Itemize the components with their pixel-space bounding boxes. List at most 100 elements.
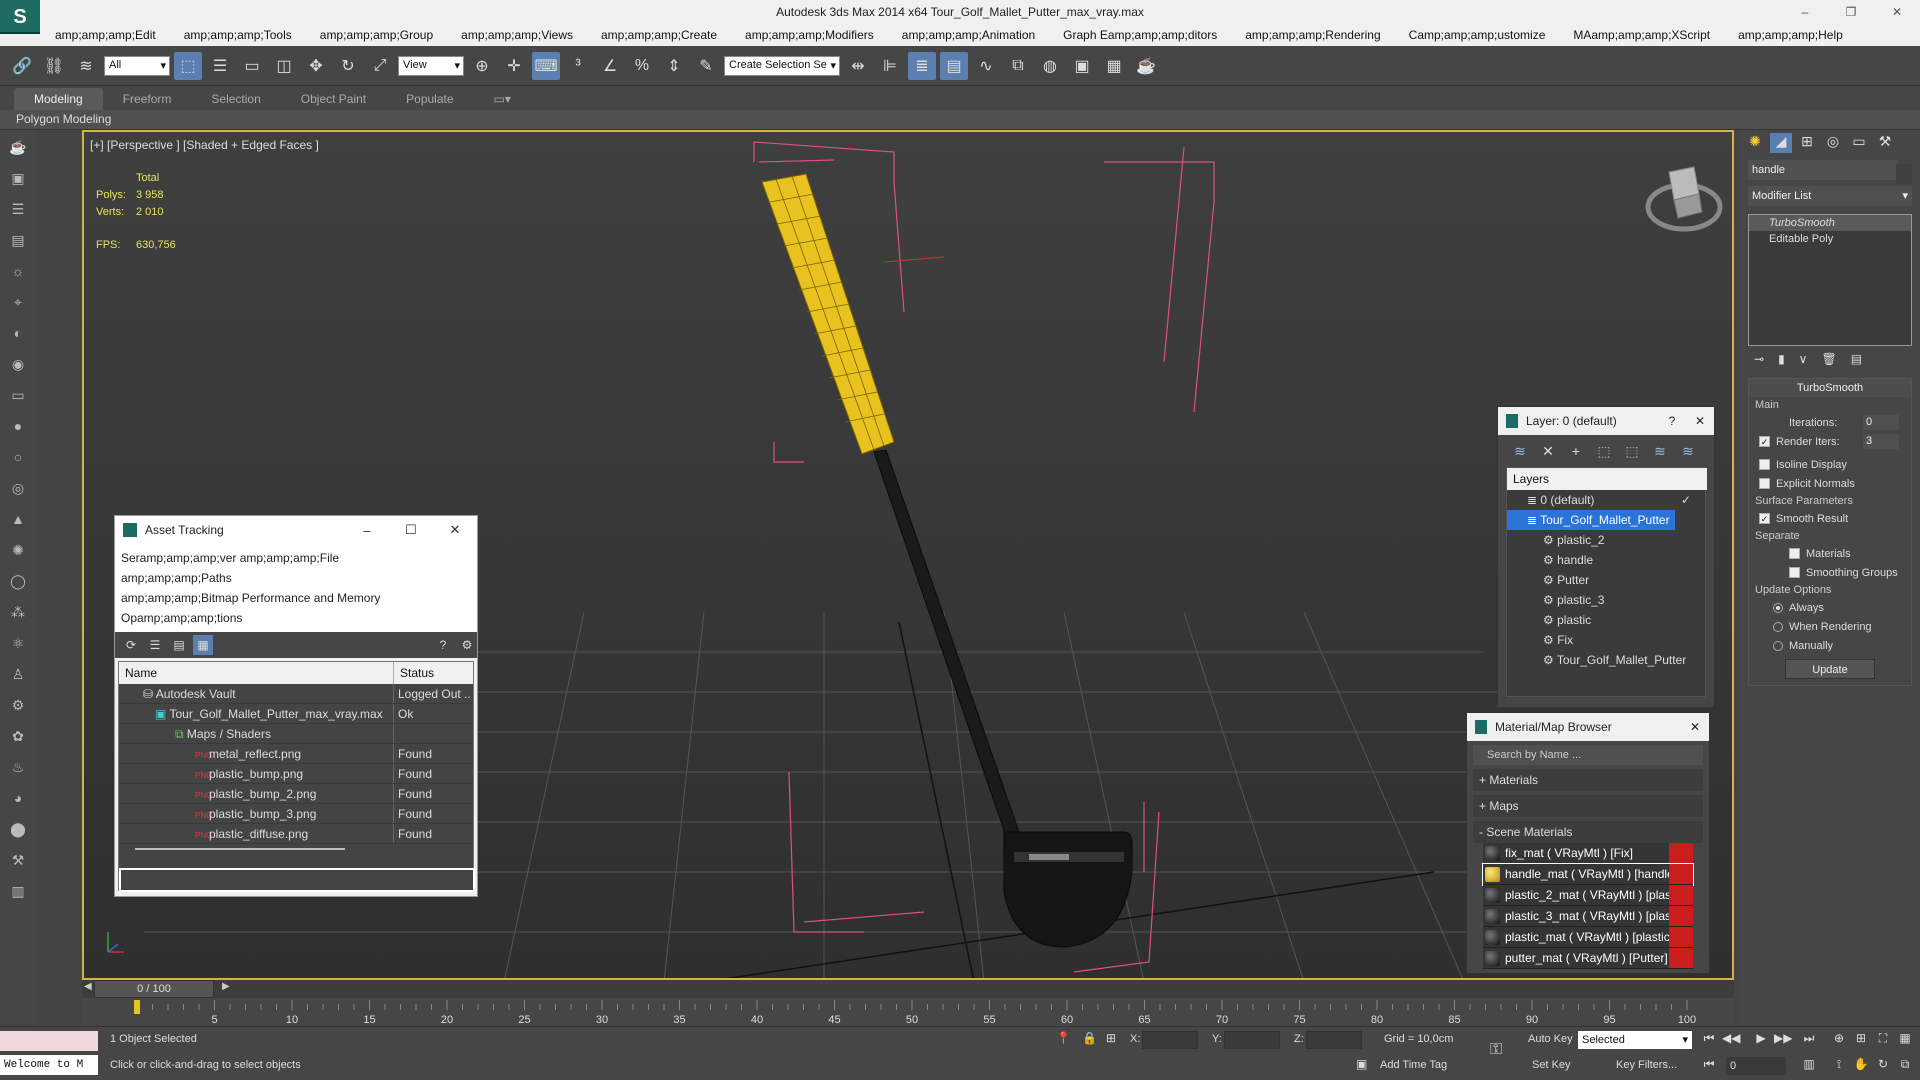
menu-edit[interactable]: amp;amp;amp;Edit xyxy=(55,28,156,42)
list-item[interactable]: ≣ Tour_Golf_Mallet_Putter xyxy=(1507,510,1675,530)
close-button[interactable]: ✕ xyxy=(1874,0,1920,24)
rect-selection-icon[interactable]: ▭ xyxy=(238,52,266,80)
key-filters-button[interactable]: Key Filters... xyxy=(1616,1059,1677,1071)
time-slider[interactable]: ◀ 0 / 100 ▶ xyxy=(82,980,1734,998)
list-item[interactable]: ⚙ handle xyxy=(1507,550,1705,570)
list-item[interactable]: ≣ 0 (default) ✓ xyxy=(1507,490,1705,510)
bind-space-warp-icon[interactable]: ≋ xyxy=(72,52,100,80)
list-item[interactable]: plastic_mat ( VRayMtl ) [plastic] xyxy=(1483,927,1693,948)
snaps-toggle-icon[interactable]: ³ xyxy=(564,52,592,80)
table-view-icon[interactable]: ▦ xyxy=(193,635,213,655)
gear-icon[interactable]: ⚙ xyxy=(4,691,32,719)
list-item[interactable]: plastic_2_mat ( VRayMtl ) [plastic... xyxy=(1483,885,1693,906)
time-tag-icon[interactable]: ▣ xyxy=(1356,1057,1367,1071)
stack-item-editable-poly[interactable]: Editable Poly xyxy=(1749,231,1911,247)
utilities-tab-icon[interactable]: ⚒ xyxy=(1874,133,1896,153)
y-coordinate-field[interactable] xyxy=(1224,1031,1280,1049)
cylinder-icon[interactable]: ○ xyxy=(4,443,32,471)
orbit-icon[interactable]: ↻ xyxy=(1874,1057,1892,1075)
scene-explorer-icon[interactable]: ☰ xyxy=(4,195,32,223)
time-next-icon[interactable]: ▶ xyxy=(222,981,230,992)
schematic-view-icon[interactable]: ⧉ xyxy=(1004,52,1032,80)
select-manipulate-icon[interactable]: ✛ xyxy=(500,52,528,80)
make-unique-icon[interactable]: ∨ xyxy=(1799,352,1808,366)
render-setup-icon[interactable]: ▣ xyxy=(1068,52,1096,80)
track-bar[interactable]: 5 10 15 20 25 30 35 40 45 50 55 60 65 70 75 80 85 90 95 100 xyxy=(82,998,1734,1026)
add-to-layer-icon[interactable]: + xyxy=(1566,443,1586,459)
current-layer-check-icon[interactable]: ✓ xyxy=(1681,490,1691,510)
thumbnail-view-icon[interactable]: ▤ xyxy=(169,635,189,655)
object-color-swatch[interactable] xyxy=(1896,164,1912,184)
refresh-icon[interactable]: ⟳ xyxy=(121,635,141,655)
menu-help[interactable]: amp;amp;amp;Help xyxy=(1738,28,1843,42)
list-item[interactable]: handle_mat ( VRayMtl ) [handle] xyxy=(1482,863,1694,886)
key-icon[interactable]: ⚿ xyxy=(1490,1041,1502,1059)
zoom-icon[interactable]: ⊕ xyxy=(1830,1031,1848,1049)
particles-icon[interactable]: ⁂ xyxy=(4,598,32,626)
time-slider-thumb[interactable]: 0 / 100 xyxy=(94,980,214,998)
material-editor-icon[interactable]: ◍ xyxy=(1036,52,1064,80)
current-frame-field[interactable]: 0 xyxy=(1726,1057,1786,1075)
zoom-all-icon[interactable]: ⊞ xyxy=(1852,1031,1870,1049)
list-item[interactable]: ⚙ plastic_2 xyxy=(1507,530,1705,550)
table-row[interactable]: PNGplastic_bump_2.png Found xyxy=(119,784,473,804)
cone-icon[interactable]: ▲ xyxy=(4,505,32,533)
ribbon-panel-label[interactable]: Polygon Modeling xyxy=(0,110,1920,130)
goto-start-icon[interactable]: ⏮ xyxy=(1700,1031,1718,1049)
maxscript-input[interactable]: Welcome to M xyxy=(0,1055,98,1075)
align-icon[interactable]: ⊫ xyxy=(876,52,904,80)
current-frame-marker[interactable] xyxy=(134,1000,140,1014)
list-item[interactable]: ⚙ plastic_3 xyxy=(1507,590,1705,610)
minimize-button[interactable]: – xyxy=(1782,0,1828,24)
auto-key-button[interactable]: Auto Key xyxy=(1528,1033,1573,1045)
edit-named-selection-icon[interactable]: ✎ xyxy=(692,52,720,80)
menu-views[interactable]: amp;amp;amp;Views xyxy=(461,28,573,42)
selection-filter-select[interactable]: All xyxy=(104,55,170,76)
rendered-frame-icon[interactable]: ▦ xyxy=(1100,52,1128,80)
time-prev-icon[interactable]: ◀ xyxy=(84,981,92,992)
highlight-layer-icon[interactable]: ⬚ xyxy=(1622,443,1642,460)
render-iters-spinner[interactable]: 3 xyxy=(1863,434,1899,449)
section-scene-materials[interactable]: - Scene Materials xyxy=(1473,821,1703,843)
menu-create[interactable]: amp;amp;amp;Create xyxy=(601,28,717,42)
tab-modeling[interactable]: Modeling xyxy=(14,88,103,110)
material-search-input[interactable]: Search by Name ... xyxy=(1473,745,1703,765)
asset-maximize-button[interactable]: ☐ xyxy=(389,522,433,538)
menu-customize[interactable]: Camp;amp;amp;ustomize xyxy=(1409,28,1546,42)
table-row[interactable]: ⧉ Maps / Shaders xyxy=(119,724,473,744)
light-icon[interactable]: ☼ xyxy=(4,257,32,285)
section-materials[interactable]: + Materials xyxy=(1473,769,1703,791)
asset-menu-options[interactable]: Opamp;amp;amp;tions xyxy=(121,608,471,628)
key-mode-toggle-icon[interactable]: ⏮ xyxy=(1700,1057,1718,1075)
column-name[interactable]: Name xyxy=(119,662,394,684)
display-tab-icon[interactable]: ▭ xyxy=(1848,133,1870,153)
curve-editor-icon[interactable]: ∿ xyxy=(972,52,1000,80)
sphere-icon[interactable]: ● xyxy=(4,412,32,440)
tab-object-paint[interactable]: Object Paint xyxy=(281,88,386,110)
link-icon[interactable]: 🔗 xyxy=(8,52,36,80)
tab-populate[interactable]: Populate xyxy=(386,88,473,110)
layer-help-button[interactable]: ? xyxy=(1658,414,1686,428)
layer-close-button[interactable]: ✕ xyxy=(1686,414,1714,428)
modify-tab-icon[interactable]: ◢ xyxy=(1770,133,1792,153)
explicit-normals-checkbox[interactable] xyxy=(1759,478,1770,489)
hide-all-icon[interactable]: ≋ xyxy=(1650,443,1670,460)
table-row[interactable]: PNGplastic_bump_3.png Found xyxy=(119,804,473,824)
select-object-icon[interactable]: ⬚ xyxy=(174,51,202,80)
list-item[interactable]: putter_mat ( VRayMtl ) [Putter] xyxy=(1483,948,1693,969)
table-row[interactable]: PNGplastic_diffuse.png Found xyxy=(119,824,473,844)
app-logo-icon[interactable]: S xyxy=(0,0,40,34)
asset-menu-paths[interactable]: amp;amp;amp;Paths xyxy=(121,568,471,588)
render-icon[interactable]: ▣ xyxy=(4,164,32,192)
reference-coord-select[interactable]: View xyxy=(398,55,464,76)
mirror-icon[interactable]: ⇹ xyxy=(844,52,872,80)
motion-tab-icon[interactable]: ◎ xyxy=(1822,133,1844,153)
menu-graph-editors[interactable]: Graph Eamp;amp;amp;ditors xyxy=(1063,28,1217,42)
isolate-selection-icon[interactable]: 📍 xyxy=(1056,1031,1071,1045)
tools-icon[interactable]: ⚒ xyxy=(4,846,32,874)
list-item[interactable]: ⚙ plastic xyxy=(1507,610,1705,630)
x-coordinate-field[interactable] xyxy=(1142,1031,1198,1049)
goto-end-icon[interactable]: ⏭ xyxy=(1800,1031,1818,1049)
scale-icon[interactable]: ⤢ xyxy=(366,52,394,80)
table-row[interactable]: PNGplastic_bump.png Found xyxy=(119,764,473,784)
